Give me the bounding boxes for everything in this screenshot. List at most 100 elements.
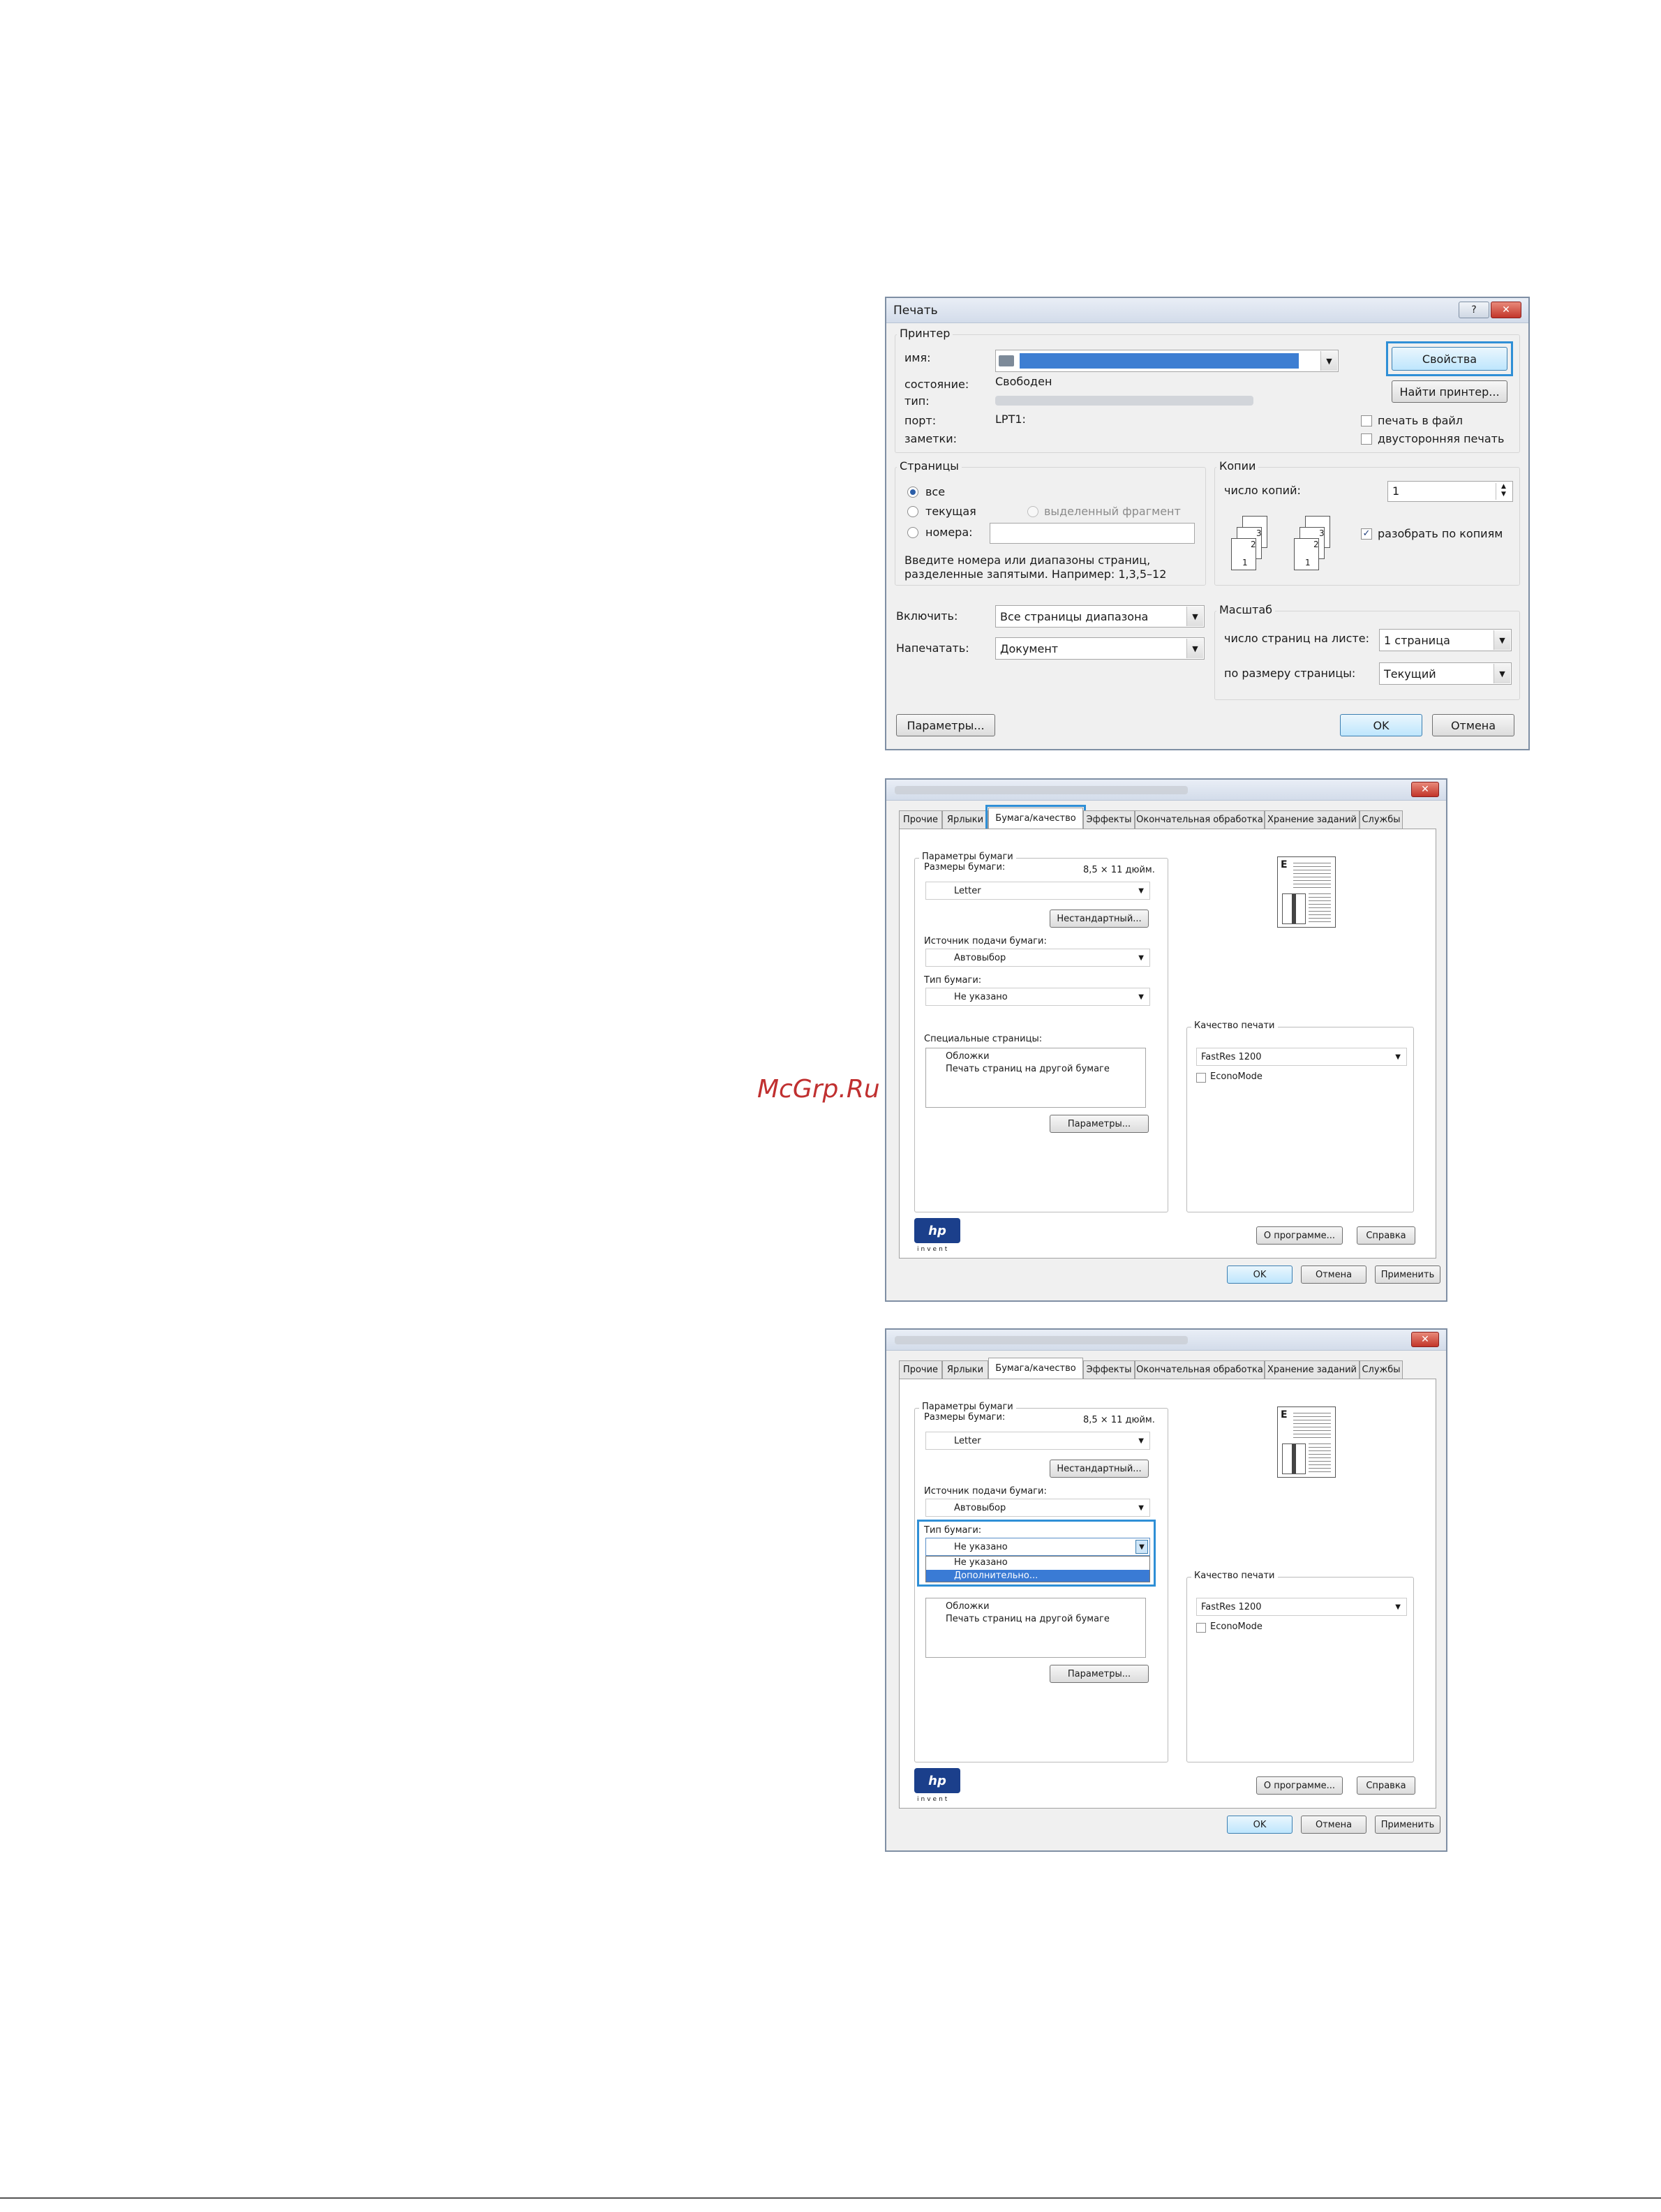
pages-selection-radio[interactable] <box>1027 506 1038 517</box>
close-button[interactable]: ✕ <box>1411 1332 1439 1347</box>
scale-group: Масштаб <box>1214 603 1520 700</box>
ok-button[interactable]: OK <box>1340 714 1422 736</box>
special-item-covers[interactable]: Обложки <box>946 1601 990 1612</box>
paper-group-legend: Параметры бумаги <box>919 852 1016 862</box>
duplex-checkbox[interactable] <box>1361 433 1372 445</box>
printer-icon <box>999 355 1014 366</box>
paper-size-label: Размеры бумаги: <box>924 862 1006 873</box>
include-value: Все страницы диапазона <box>1000 609 1149 623</box>
paper-type-select[interactable]: Не указано ▼ <box>925 988 1150 1006</box>
status-value: Свободен <box>995 375 1052 388</box>
pages-current-label: текущая <box>925 505 976 518</box>
dialog-title: Печать <box>893 304 938 318</box>
tab-shortcuts[interactable]: Ярлыки <box>942 1360 988 1379</box>
printer-name-select[interactable]: ▼ <box>995 350 1339 372</box>
hp-logo: hp <box>914 1768 960 1793</box>
tab-job-storage[interactable]: Хранение заданий <box>1265 1360 1360 1379</box>
chevron-down-icon: ▼ <box>1138 1504 1144 1512</box>
tab-effects[interactable]: Эффекты <box>1083 1360 1135 1379</box>
pages-all-radio[interactable] <box>907 487 918 498</box>
page-preview: E <box>1277 856 1336 928</box>
paper-source-select[interactable]: Автовыбор ▼ <box>925 949 1150 967</box>
special-params-button[interactable]: Параметры... <box>1050 1665 1149 1683</box>
pages-numbers-radio[interactable] <box>907 527 918 538</box>
special-item-covers[interactable]: Обложки <box>946 1051 990 1062</box>
type-label: тип: <box>904 394 930 408</box>
about-button[interactable]: О программе... <box>1256 1776 1343 1795</box>
find-printer-button[interactable]: Найти принтер... <box>1392 380 1507 403</box>
paper-size-select[interactable]: Letter ▼ <box>925 1432 1150 1450</box>
pages-current-radio[interactable] <box>907 506 918 517</box>
quality-select-value: FastRes 1200 <box>1201 1601 1262 1612</box>
cancel-button[interactable]: Отмена <box>1432 714 1514 736</box>
params-button[interactable]: Параметры... <box>896 714 995 736</box>
apply-button[interactable]: Применить <box>1375 1816 1440 1834</box>
tab-shortcuts[interactable]: Ярлыки <box>942 810 988 829</box>
special-pages-list[interactable]: Обложки Печать страниц на другой бумаге <box>925 1598 1146 1658</box>
cancel-button[interactable]: Отмена <box>1301 1265 1366 1284</box>
special-params-button[interactable]: Параметры... <box>1050 1115 1149 1133</box>
about-button[interactable]: О программе... <box>1256 1226 1343 1245</box>
paper-source-label: Источник подачи бумаги: <box>924 1486 1047 1497</box>
tab-effects[interactable]: Эффекты <box>1083 810 1135 829</box>
tab-finishing[interactable]: Окончательная обработка <box>1135 1360 1265 1379</box>
tab-paper-quality[interactable]: Бумага/качество <box>988 1358 1083 1379</box>
quality-select[interactable]: FastRes 1200 ▼ <box>1196 1598 1407 1616</box>
spinner-icon[interactable]: ▲ ▼ <box>1496 483 1511 500</box>
pages-legend: Страницы <box>897 459 962 473</box>
hp-logo-sub: invent <box>917 1246 950 1253</box>
custom-size-button[interactable]: Нестандартный... <box>1050 910 1149 928</box>
pages-numbers-input[interactable] <box>990 523 1195 544</box>
special-item-other-paper[interactable]: Печать страниц на другой бумаге <box>946 1614 1110 1624</box>
help-button[interactable]: Справка <box>1357 1776 1415 1795</box>
cancel-button[interactable]: Отмена <box>1301 1816 1366 1834</box>
special-pages-list[interactable]: Обложки Печать страниц на другой бумаге <box>925 1048 1146 1108</box>
close-button[interactable]: ✕ <box>1491 302 1521 318</box>
pages-per-sheet-select[interactable]: 1 страница ▼ <box>1379 629 1512 651</box>
quality-select-value: FastRes 1200 <box>1201 1051 1262 1062</box>
collate-checkbox[interactable]: ✓ <box>1361 528 1372 540</box>
tab-services[interactable]: Службы <box>1360 810 1403 829</box>
economode-checkbox[interactable] <box>1196 1623 1206 1633</box>
special-item-other-paper[interactable]: Печать страниц на другой бумаге <box>946 1064 1110 1074</box>
fit-value: Текущий <box>1384 667 1436 681</box>
preview-chart <box>1282 893 1306 924</box>
tab-services[interactable]: Службы <box>1360 1360 1403 1379</box>
ok-button[interactable]: OK <box>1227 1816 1293 1834</box>
quality-group-legend: Качество печати <box>1191 1571 1278 1581</box>
dialog-title-redacted <box>895 1336 1188 1344</box>
paper-size-select[interactable]: Letter ▼ <box>925 882 1150 900</box>
include-select[interactable]: Все страницы диапазона ▼ <box>995 605 1205 628</box>
tab-other[interactable]: Прочие <box>899 1360 942 1379</box>
port-value: LPT1: <box>995 413 1026 426</box>
copies-count-input[interactable]: 1 ▲ ▼ <box>1387 481 1513 502</box>
tab-job-storage[interactable]: Хранение заданий <box>1265 810 1360 829</box>
help-button[interactable]: ? <box>1459 302 1489 318</box>
properties-button[interactable]: Свойства <box>1392 347 1507 371</box>
close-button[interactable]: ✕ <box>1411 782 1439 797</box>
fit-select[interactable]: Текущий ▼ <box>1379 662 1512 685</box>
chevron-down-icon: ▼ <box>1494 664 1510 683</box>
ok-button[interactable]: OK <box>1227 1265 1293 1284</box>
economode-checkbox[interactable] <box>1196 1073 1206 1083</box>
print-dialog: Печать ? ✕ Принтер имя: ▼ состояние: Сво… <box>885 297 1530 750</box>
fit-label: по размеру страницы: <box>1224 667 1356 680</box>
print-what-select[interactable]: Документ ▼ <box>995 637 1205 660</box>
print-what-label: Напечатать: <box>896 641 969 655</box>
apply-button[interactable]: Применить <box>1375 1265 1440 1284</box>
quality-select[interactable]: FastRes 1200 ▼ <box>1196 1048 1407 1066</box>
tab-other[interactable]: Прочие <box>899 810 942 829</box>
paper-source-label: Источник подачи бумаги: <box>924 936 1047 947</box>
collate-page-2b: 2 <box>1313 540 1319 549</box>
title-bar: ✕ <box>886 1330 1446 1351</box>
print-to-file-checkbox[interactable] <box>1361 415 1372 426</box>
quality-group-legend: Качество печати <box>1191 1020 1278 1031</box>
tab-finishing[interactable]: Окончательная обработка <box>1135 810 1265 829</box>
hp-logo: hp <box>914 1218 960 1243</box>
pages-numbers-label: номера: <box>925 526 973 539</box>
paper-source-select[interactable]: Автовыбор ▼ <box>925 1499 1150 1517</box>
collate-page-1: 1 <box>1242 558 1248 567</box>
help-button[interactable]: Справка <box>1357 1226 1415 1245</box>
custom-size-button[interactable]: Нестандартный... <box>1050 1460 1149 1478</box>
printer-legend: Принтер <box>897 327 953 340</box>
